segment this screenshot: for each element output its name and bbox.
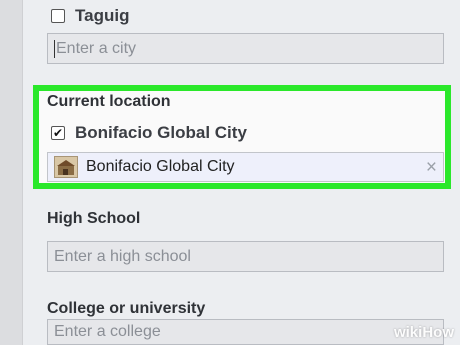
location-thumbnail-icon xyxy=(54,156,78,178)
taguig-checkbox-row[interactable]: Taguig xyxy=(51,6,129,26)
college-title: College or university xyxy=(47,300,206,317)
city-input-placeholder: Enter a city xyxy=(56,39,137,57)
taguig-checkbox[interactable] xyxy=(51,9,65,23)
wikihow-watermark: wikiHow xyxy=(394,324,454,341)
high-school-title: High School xyxy=(47,210,141,227)
text-caret xyxy=(54,39,55,58)
current-location-checkbox-row[interactable]: ✔ Bonifacio Global City xyxy=(51,123,247,143)
high-school-input-placeholder: Enter a high school xyxy=(54,247,191,265)
left-rail xyxy=(0,0,23,345)
current-location-checkbox[interactable]: ✔ xyxy=(51,126,65,140)
current-location-selected-value: Bonifacio Global City xyxy=(86,158,235,175)
current-location-title: Current location xyxy=(47,93,171,110)
college-input[interactable]: Enter a college xyxy=(47,319,444,345)
college-input-placeholder: Enter a college xyxy=(54,323,161,340)
current-location-selected-field[interactable]: Bonifacio Global City × xyxy=(47,152,444,182)
remove-location-icon[interactable]: × xyxy=(426,157,437,179)
city-input[interactable]: Enter a city xyxy=(47,33,444,64)
current-location-option-label: Bonifacio Global City xyxy=(75,123,247,142)
high-school-input[interactable]: Enter a high school xyxy=(47,241,444,272)
watermark-suffix: How xyxy=(422,324,454,341)
taguig-label: Taguig xyxy=(75,6,130,25)
watermark-prefix: wiki xyxy=(393,324,423,341)
